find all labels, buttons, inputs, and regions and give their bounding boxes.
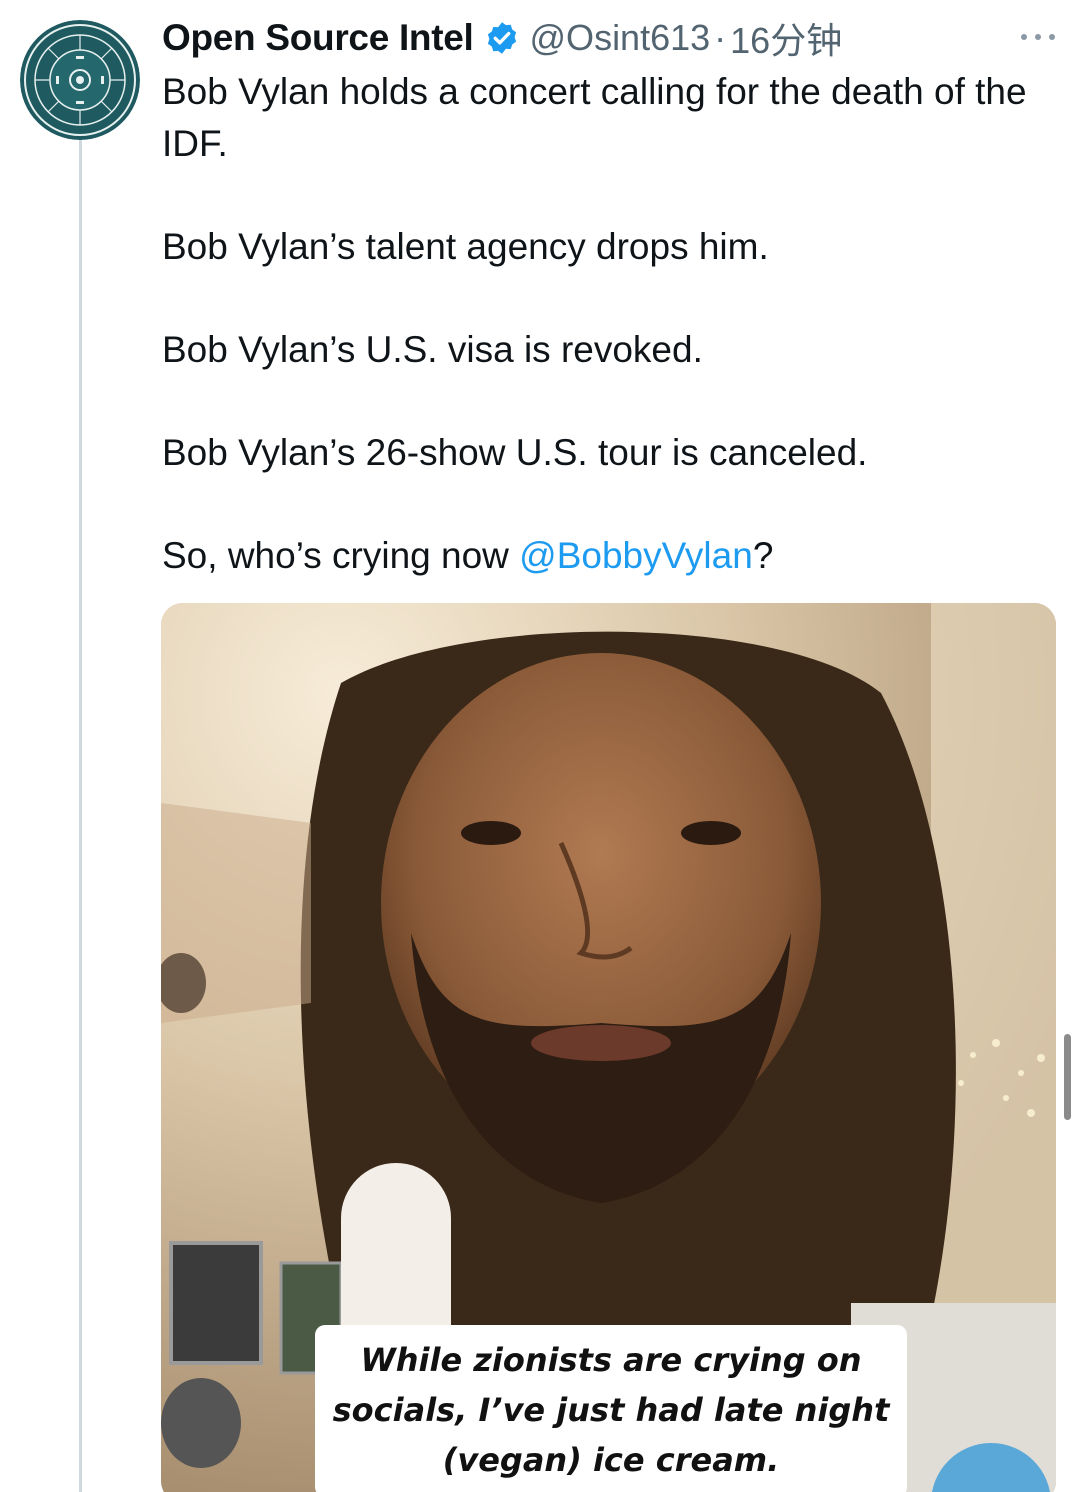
avatar[interactable]	[20, 20, 140, 140]
handle[interactable]: @Osint613	[530, 17, 711, 59]
mention-link[interactable]: @BobbyVylan	[519, 535, 753, 576]
tweet-media-photo[interactable]: While zionists are crying on socials, I’…	[161, 603, 1056, 1492]
tweet-line-2: Bob Vylan’s talent agency drops him.	[162, 226, 769, 267]
tweet-line-5-text: So, who’s crying now	[162, 535, 520, 576]
more-options-icon[interactable]	[1018, 30, 1058, 44]
separator-dot: ·	[714, 17, 727, 58]
media-caption: While zionists are crying on socials, I’…	[315, 1325, 907, 1492]
scrollbar[interactable]	[1064, 1034, 1071, 1120]
verified-badge-icon	[484, 20, 520, 56]
tweet-line-5-end: ?	[752, 535, 774, 576]
tweet[interactable]: Open Source Intel @Osint613 · 16分钟 Bob V…	[0, 0, 1080, 1492]
tweet-line-1: Bob Vylan holds a concert calling for th…	[162, 71, 1027, 164]
avatar-logo	[20, 20, 140, 140]
tweet-line-5: So, who’s crying now @BobbyVylan?	[162, 530, 1052, 582]
timestamp[interactable]: 16分钟	[730, 12, 842, 64]
tweet-header: Open Source Intel @Osint613 · 16分钟	[162, 12, 1062, 64]
thread-line	[79, 132, 82, 1492]
tweet-line-4: Bob Vylan’s 26-show U.S. tour is cancele…	[162, 432, 868, 473]
tweet-text: Bob Vylan holds a concert calling for th…	[162, 66, 1052, 633]
display-name[interactable]: Open Source Intel	[162, 17, 474, 59]
tweet-line-3: Bob Vylan’s U.S. visa is revoked.	[162, 329, 703, 370]
